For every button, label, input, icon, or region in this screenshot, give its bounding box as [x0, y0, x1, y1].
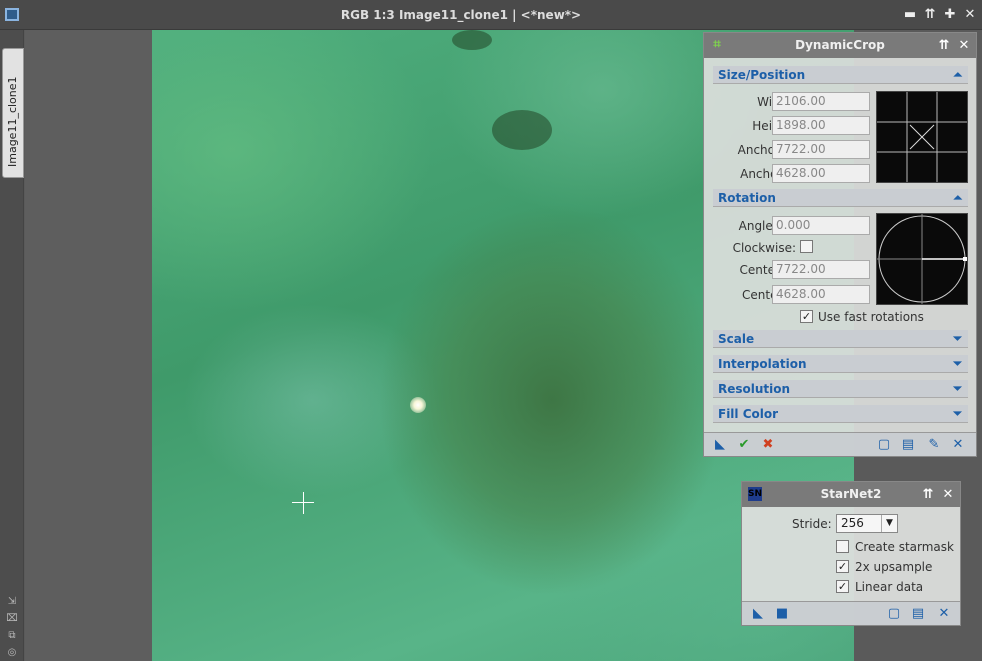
rotation-dial[interactable] — [876, 213, 968, 305]
dynamiccrop-panel: ⌗ DynamicCrop ⇈ ✕ Size/Position ⏶ Width:… — [703, 32, 977, 457]
chevron-up-icon: ⏶ — [953, 68, 962, 81]
section-resolution[interactable]: Resolution ⏷ — [713, 380, 968, 398]
starnet2-panel: SN StarNet2 ⇈ ✕ Stride: 256 ▼ Create sta… — [741, 481, 961, 626]
chevron-down-icon: ▼ — [881, 515, 897, 532]
window-titlebar: RGB 1:3 Image11_clone1 | <*new*> ▬ ⇈ ✚ ✕ — [0, 0, 982, 30]
anchor-grid-icon — [877, 92, 967, 182]
shade-button[interactable]: ⇈ — [922, 7, 938, 23]
fast-rotations-label: Use fast rotations — [818, 310, 924, 324]
close-button[interactable]: ✕ — [940, 482, 956, 507]
dark-nebula — [492, 110, 552, 150]
angle-field[interactable]: 0.000 — [772, 216, 870, 235]
anchor-y-field[interactable]: 4628.00 — [772, 164, 870, 183]
center-y-field[interactable]: 4628.00 — [772, 285, 870, 304]
view-tab-label: Image11_clone1 — [6, 76, 19, 167]
maximize-button[interactable]: ✚ — [942, 7, 958, 23]
create-starmask-label: Create starmask — [855, 540, 954, 554]
dark-nebula — [452, 30, 492, 50]
width-field[interactable]: 2106.00 — [772, 92, 870, 111]
section-rotation[interactable]: Rotation ⏶ — [713, 189, 968, 207]
center-x-field[interactable]: 7722.00 — [772, 260, 870, 279]
stride-label: Stride: — [792, 517, 832, 531]
section-scale[interactable]: Scale ⏷ — [713, 330, 968, 348]
section-label: Interpolation — [718, 357, 807, 371]
clone-view-icon[interactable]: ⧉ — [6, 630, 18, 642]
create-starmask-checkbox[interactable] — [836, 540, 849, 553]
chevron-down-icon: ⏷ — [953, 357, 962, 370]
starnet2-title: StarNet2 — [820, 487, 882, 501]
height-field[interactable]: 1898.00 — [772, 116, 870, 135]
upsample-checkbox[interactable]: ✓ — [836, 560, 849, 573]
anchor-x-field[interactable]: 7722.00 — [772, 140, 870, 159]
anchor-selector[interactable] — [876, 91, 968, 183]
section-interpolation[interactable]: Interpolation ⏷ — [713, 355, 968, 373]
chevron-down-icon: ⏷ — [953, 407, 962, 420]
shade-button[interactable]: ⇈ — [936, 33, 952, 58]
wrench-icon[interactable]: ✎ — [926, 437, 942, 453]
minimize-button[interactable]: ▬ — [902, 7, 918, 23]
section-label: Fill Color — [718, 407, 779, 421]
chevron-down-icon: ⏷ — [953, 382, 962, 395]
browse-documentation-icon[interactable]: ▢ — [886, 606, 902, 622]
crop-icon: ⌗ — [713, 37, 721, 52]
clockwise-label: Clockwise: — [732, 241, 796, 255]
new-instance-icon[interactable]: ◣ — [712, 437, 728, 453]
new-instance-icon[interactable]: ◣ — [750, 606, 766, 622]
workspace-background — [25, 30, 153, 661]
chevron-down-icon: ⏷ — [953, 332, 962, 345]
crosshair-cursor — [303, 492, 304, 514]
close-button[interactable]: ✕ — [962, 7, 978, 23]
section-label: Scale — [718, 332, 755, 346]
stride-value: 256 — [841, 516, 864, 530]
dynamiccrop-title: DynamicCrop — [795, 38, 885, 52]
stride-select[interactable]: 256 ▼ — [836, 514, 898, 533]
upsample-label: 2x upsample — [855, 560, 933, 574]
section-size-position[interactable]: Size/Position ⏶ — [713, 66, 968, 84]
document-icon[interactable]: ▤ — [910, 606, 926, 622]
fit-view-icon[interactable]: ⇲ — [6, 596, 18, 608]
fast-rotations-checkbox[interactable]: ✓ — [800, 310, 813, 323]
target-icon[interactable]: ◎ — [6, 647, 18, 659]
starnet-icon: SN — [748, 487, 763, 501]
section-label: Rotation — [718, 191, 776, 205]
close-button[interactable]: ✕ — [956, 33, 972, 58]
apply-check-icon[interactable]: ✔ — [736, 437, 752, 453]
rotation-dial-icon — [877, 214, 967, 304]
left-toolstrip: Image11_clone1 ⇲ ⌧ ⧉ ◎ — [0, 30, 24, 661]
view-tab[interactable]: Image11_clone1 — [2, 48, 24, 178]
reset-icon[interactable]: ✕ — [936, 606, 952, 622]
clockwise-checkbox[interactable] — [800, 240, 813, 253]
section-label: Resolution — [718, 382, 791, 396]
shade-button[interactable]: ⇈ — [920, 482, 936, 507]
central-star — [410, 397, 426, 413]
chevron-up-icon: ⏶ — [953, 191, 962, 204]
dynamiccrop-titlebar[interactable]: ⌗ DynamicCrop ⇈ ✕ — [704, 33, 976, 58]
section-fill-color[interactable]: Fill Color ⏷ — [713, 405, 968, 423]
apply-global-icon[interactable]: ■ — [774, 606, 790, 622]
linear-data-checkbox[interactable]: ✓ — [836, 580, 849, 593]
starnet2-footer: ◣ ■ ▢ ▤ ✕ — [742, 601, 960, 625]
reset-icon[interactable]: ✕ — [950, 437, 966, 453]
linear-data-label: Linear data — [855, 580, 924, 594]
section-label: Size/Position — [718, 68, 806, 82]
cancel-x-icon[interactable]: ✖ — [760, 437, 776, 453]
browse-documentation-icon[interactable]: ▢ — [876, 437, 892, 453]
dynamiccrop-footer: ◣ ✔ ✖ ▢ ▤ ✎ ✕ — [704, 432, 976, 456]
document-icon[interactable]: ▤ — [900, 437, 916, 453]
zoom-icon[interactable]: ⌧ — [6, 613, 18, 625]
window-title: RGB 1:3 Image11_clone1 | <*new*> — [340, 8, 582, 22]
starnet2-titlebar[interactable]: SN StarNet2 ⇈ ✕ — [742, 482, 960, 507]
